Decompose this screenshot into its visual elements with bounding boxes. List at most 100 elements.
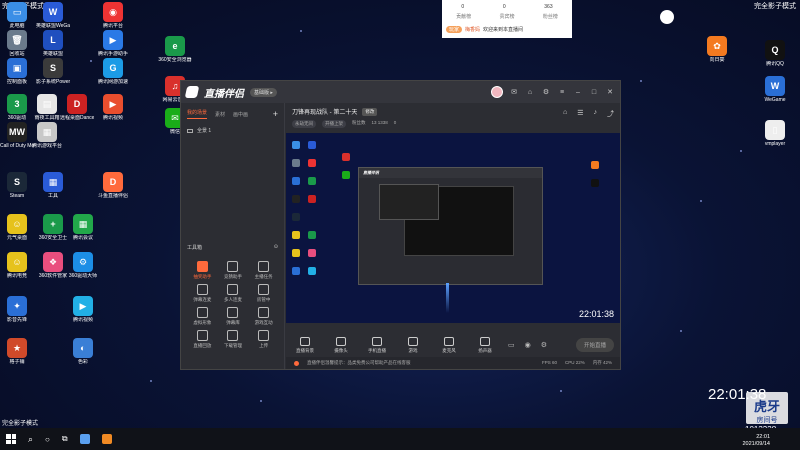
toolbox-item[interactable]: 下载管理 [218, 330, 249, 349]
minimize-icon[interactable]: – [573, 89, 583, 96]
desktop-icon[interactable]: L 英雄联盟 [36, 30, 70, 57]
room-title[interactable]: 刀锋再现战队 - 第二十天 [292, 107, 357, 116]
control-button[interactable]: 麦克风 [436, 336, 462, 354]
desktop-icon[interactable]: ▯ vmplayer [758, 120, 792, 147]
edit-title-button[interactable]: 修改 [362, 107, 378, 116]
scene-item[interactable]: 全景 1 [187, 127, 278, 134]
desktop-icon[interactable]: W WeGame [758, 76, 792, 103]
preview-desktop-icon [342, 171, 350, 179]
notify-icon[interactable]: ♪ [594, 109, 598, 119]
desktop-icon[interactable]: ▤ 雨夜工具箱 [30, 94, 64, 121]
toolbox-item[interactable]: 多人连麦 [218, 284, 249, 303]
add-scene-icon[interactable]: + [273, 109, 278, 119]
control-button[interactable]: 扬声器 [472, 336, 498, 354]
app-icon: D [67, 94, 87, 114]
message-icon[interactable]: ✉ [509, 88, 519, 96]
desktop-icon[interactable]: ▭ 此电脑 [0, 2, 34, 29]
close-icon[interactable]: ✕ [605, 88, 615, 96]
desktop-icon[interactable]: ▶ 腾讯视频 [96, 94, 130, 121]
toolbox-item[interactable]: 抽奖助手 [187, 261, 218, 280]
streaming-companion-window: 直播伴侣 基础版 ▸ ✉ ⌂ ⚙ ≡ – □ ✕ 我的场景 素材 画中画 + 全… [180, 80, 621, 370]
desktop-icon[interactable]: ▶ 腾讯视频 [66, 296, 100, 323]
desktop-icon[interactable]: Q 腾讯QQ [758, 40, 792, 67]
footer-message[interactable]: 直播伴侣温馨提示：品类免费公司帮助产品在线客服 [307, 360, 411, 366]
mic-list-icon[interactable]: ☰ [577, 109, 583, 119]
desktop-icon[interactable]: S Steam [0, 172, 34, 199]
desktop-icon[interactable]: MWCall of Duty Modern... [0, 122, 34, 149]
toolbox-item[interactable]: 主播任务 [248, 261, 279, 280]
toolbox-item[interactable]: 上传 [248, 330, 279, 349]
toolbox-item[interactable]: 弹幕连麦 [187, 284, 218, 303]
version-badge[interactable]: 基础版 ▸ [250, 87, 277, 97]
tab-assets[interactable]: 素材 [215, 111, 225, 118]
start-live-button[interactable]: 开始直播 [575, 338, 614, 352]
maximize-icon[interactable]: □ [589, 89, 599, 96]
chat-username[interactable]: 梅香妈 [465, 26, 480, 33]
share-icon[interactable]: ⤴ [607, 109, 614, 119]
desktop-icon[interactable]: ▶ 腾讯手游助手 [96, 30, 130, 57]
desktop-icon[interactable]: ★ 格子铺 [0, 338, 34, 365]
desktop-icon[interactable]: D远程桌面Dance of... [60, 94, 94, 121]
explorer-taskbar-icon[interactable] [79, 434, 90, 444]
desktop-icon[interactable]: 🗑 回收站 [0, 30, 34, 57]
tab-vip[interactable]: 贵宾榜 [499, 13, 514, 20]
tab-contribution[interactable]: 贡献榜 [456, 13, 471, 20]
task-view-icon[interactable]: ○ [45, 435, 50, 444]
desktop-icon[interactable]: ▦ 腾讯游戏平台 [30, 122, 64, 149]
title-bar[interactable]: 直播伴侣 基础版 ▸ ✉ ⌂ ⚙ ≡ – □ ✕ [181, 81, 620, 103]
desktop-icon[interactable]: G 腾讯网游加速 [96, 58, 130, 85]
desktop-icon[interactable]: D 斗鱼直播伴侣 [96, 172, 130, 199]
desktop-icon[interactable]: ◐ 色彩 [66, 338, 100, 365]
desktop-icon[interactable]: ▦ 工具 [36, 172, 70, 199]
toolbox-item[interactable]: 房管中 [248, 284, 279, 303]
gift-icon[interactable]: ⌂ [563, 109, 567, 119]
desktop-icon[interactable]: ◉ 腾讯平台 [96, 2, 130, 29]
room-tag: 虎牙 房间号 [746, 392, 788, 424]
desktop-icon[interactable]: ⚙ 360驱动大师 [66, 252, 100, 279]
toolbox-item[interactable]: 竞猜助手 [218, 261, 249, 280]
desktop-icon[interactable]: ☺ 元气桌面 [0, 214, 34, 241]
avatar[interactable] [491, 86, 503, 98]
desktop-icon[interactable]: e 360安全浏览器 [158, 36, 192, 63]
desktop-icon[interactable]: ☺ 腾讯电竞 [0, 252, 34, 279]
desktop-icon[interactable]: ✦ 影音先锋 [0, 296, 34, 323]
toolbox-item[interactable]: 虚拟形象 [187, 307, 218, 326]
windows-start-icon[interactable] [6, 434, 16, 444]
toolbox-more-icon[interactable]: ⊙ [274, 244, 278, 251]
tab-pip[interactable]: 画中画 [233, 111, 248, 118]
desktop-icon-label: 腾讯平台 [102, 23, 123, 29]
streaming-app-taskbar-icon[interactable] [101, 434, 112, 444]
desktop-icon[interactable]: ▣ 控制面板 [0, 58, 34, 85]
eye-icon[interactable]: ◉ [525, 341, 531, 349]
control-button[interactable]: 游戏 [400, 336, 426, 354]
control-button[interactable]: 手机直播 [364, 336, 390, 354]
desktop-icon[interactable]: 3 360驱动 [0, 94, 34, 121]
desktop-icon[interactable]: ▦ 腾讯会议 [66, 214, 100, 241]
desktop-icon[interactable]: W英雄联盟WeGame版 [36, 2, 70, 29]
desktop-icon[interactable]: +360安全卫士 [36, 214, 70, 241]
settings-icon[interactable]: ⚙ [541, 88, 551, 96]
control-button[interactable]: 直播背景 [292, 336, 318, 354]
toolbox-item[interactable]: 直播回放 [187, 330, 218, 349]
search-icon[interactable]: ⌕ [28, 434, 33, 445]
tab-fans[interactable]: 粉丝榜 [543, 13, 558, 20]
bell-icon[interactable]: ⌂ [525, 89, 535, 96]
desktop-icon-label: 控制面板 [6, 79, 27, 85]
desktop-icon[interactable]: S影子系统PowerSh... [36, 58, 70, 85]
multitask-icon[interactable]: ⧉ [62, 434, 68, 444]
control-icon [408, 336, 418, 346]
stream-preview[interactable]: 直播伴侣 22:01:38 [286, 133, 620, 323]
control-button[interactable]: 摄像头 [328, 336, 354, 354]
status-chip[interactable]: 开播上架 [322, 120, 346, 128]
gear-icon[interactable]: ⚙ [541, 341, 547, 349]
category-chip[interactable]: 永劫无间 [292, 120, 316, 128]
tab-my-scenes[interactable]: 我的场景 [187, 109, 208, 119]
desktop-icon[interactable]: ✿ 向日葵 [700, 36, 734, 63]
taskbar-clock[interactable]: 22:01 2021/09/14 [742, 434, 770, 448]
menu-icon[interactable]: ≡ [557, 89, 567, 96]
record-icon[interactable]: ▭ [508, 341, 515, 349]
desktop-icon[interactable]: ❖ 360软件管家 [36, 252, 70, 279]
cat-widget-icon[interactable] [660, 10, 674, 24]
toolbox-item[interactable]: 游戏互动 [248, 307, 279, 326]
toolbox-item[interactable]: 弹幕库 [218, 307, 249, 326]
